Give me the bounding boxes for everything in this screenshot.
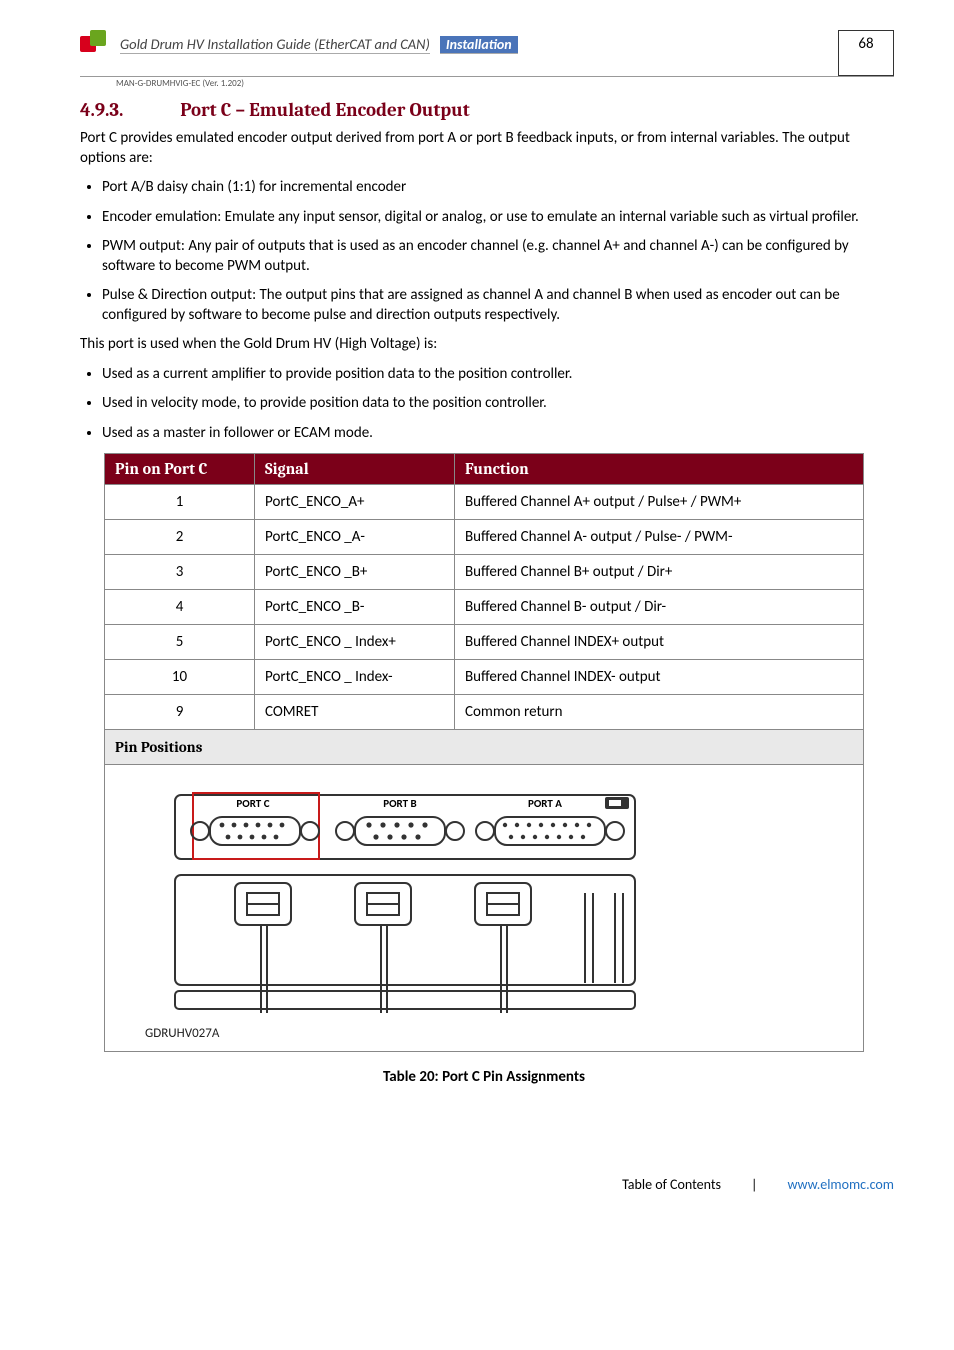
guide-title: Gold Drum HV Installation Guide (EtherCA…	[120, 35, 430, 54]
usage-list: Used as a current amplifier to provide p…	[102, 365, 894, 444]
toc-link[interactable]: Table of Contents	[622, 1176, 721, 1193]
page-number-box: 68	[838, 30, 894, 76]
elmo-logo-icon	[80, 30, 110, 54]
section-number: 4.9.3.	[80, 99, 176, 121]
table-row: 1PortC_ENCO_A+Buffered Channel A+ output…	[105, 485, 864, 520]
list-item: Pulse & Direction output: The output pin…	[102, 286, 894, 325]
svg-text:PORT A: PORT A	[528, 797, 562, 810]
svg-text:PORT B: PORT B	[383, 797, 416, 810]
pin-assignments-table: Pin on Port C Signal Function 1PortC_ENC…	[104, 453, 864, 1052]
page-number: 68	[858, 35, 873, 53]
list-item: Port A/B daisy chain (1:1) for increment…	[102, 178, 894, 198]
port-diagram-icon: PORT C PORT B PORT A	[145, 783, 665, 1013]
list-item: Used as a master in follower or ECAM mod…	[102, 424, 894, 444]
website-link[interactable]: www.elmomc.com	[787, 1176, 894, 1193]
section-title: Port C – Emulated Encoder Output	[180, 99, 470, 121]
section-badge: Installation	[440, 36, 518, 54]
used-when-paragraph: This port is used when the Gold Drum HV …	[80, 335, 894, 355]
table-row: 2PortC_ENCO _A-Buffered Channel A- outpu…	[105, 520, 864, 555]
page-header: Gold Drum HV Installation Guide (EtherCA…	[80, 30, 894, 77]
usb-icon	[605, 797, 629, 809]
col-function: Function	[455, 454, 864, 485]
pin-positions-header-row: Pin Positions	[105, 730, 864, 765]
intro-paragraph: Port C provides emulated encoder output …	[80, 129, 894, 168]
col-signal: Signal	[255, 454, 455, 485]
col-pin: Pin on Port C	[105, 454, 255, 485]
connector-diagram: PORT C PORT B PORT A	[145, 783, 665, 1041]
pin-positions-label: Pin Positions	[105, 730, 864, 765]
table-row: 9COMRETCommon return	[105, 695, 864, 730]
footer-separator: |	[751, 1176, 757, 1193]
table-row: 5PortC_ENCO _ Index+Buffered Channel IND…	[105, 625, 864, 660]
diagram-reference: GDRUHV027A	[145, 1026, 665, 1041]
list-item: Encoder emulation: Emulate any input sen…	[102, 208, 894, 228]
table-header-row: Pin on Port C Signal Function	[105, 454, 864, 485]
list-item: Used as a current amplifier to provide p…	[102, 365, 894, 385]
list-item: PWM output: Any pair of outputs that is …	[102, 237, 894, 276]
manual-id: MAN-G-DRUMHVIG-EC (Ver. 1.202)	[116, 78, 894, 89]
table-caption: Table 20: Port C Pin Assignments	[104, 1068, 864, 1086]
diagram-cell: PORT C PORT B PORT A	[105, 765, 864, 1052]
list-item: Used in velocity mode, to provide positi…	[102, 394, 894, 414]
diagram-row: PORT C PORT B PORT A	[105, 765, 864, 1052]
table-row: 4PortC_ENCO _B-Buffered Channel B- outpu…	[105, 590, 864, 625]
output-options-list: Port A/B daisy chain (1:1) for increment…	[102, 178, 894, 325]
table-row: 10PortC_ENCO _ Index-Buffered Channel IN…	[105, 660, 864, 695]
svg-text:PORT C: PORT C	[236, 797, 269, 810]
section-heading: 4.9.3. Port C – Emulated Encoder Output	[80, 99, 894, 121]
header-left: Gold Drum HV Installation Guide (EtherCA…	[80, 30, 808, 54]
table-row: 3PortC_ENCO _B+Buffered Channel B+ outpu…	[105, 555, 864, 590]
page-footer: Table of Contents | www.elmomc.com	[80, 1176, 894, 1193]
